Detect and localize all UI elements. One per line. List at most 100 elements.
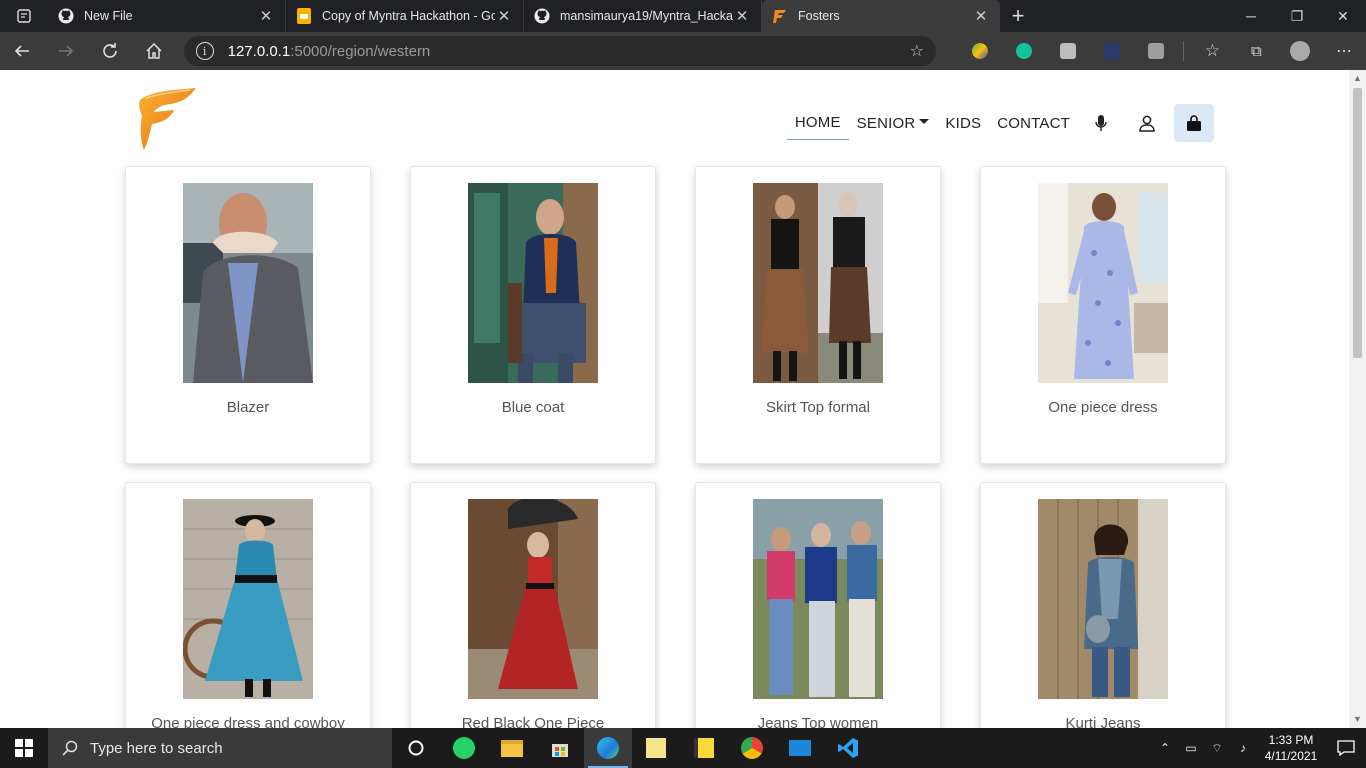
edge-icon [597, 737, 619, 759]
fosters-logo[interactable] [134, 86, 198, 152]
close-window-icon[interactable]: ✕ [1320, 0, 1366, 32]
action-center-button[interactable] [1326, 740, 1366, 756]
product-card[interactable]: Blue coat [410, 166, 656, 464]
product-name[interactable]: Skirt Top formal [696, 399, 940, 416]
settings-more-button[interactable]: ⋯ [1322, 32, 1366, 70]
tab-new-file[interactable]: New File ✕ [48, 0, 286, 32]
taskbar-sticky-notes[interactable] [632, 728, 680, 768]
back-button[interactable] [0, 32, 44, 70]
tab-fosters[interactable]: Fosters ✕ [762, 0, 1000, 32]
tab-hackathon-slides[interactable]: Copy of Myntra Hackathon - Goo ✕ [286, 0, 524, 32]
taskbar-sticky-notes-2[interactable] [680, 728, 728, 768]
product-name[interactable]: Blue coat [411, 399, 655, 416]
extension-icon [1147, 43, 1164, 59]
home-icon [146, 42, 162, 59]
scrollbar-thumb[interactable] [1353, 88, 1362, 358]
avatar [1290, 41, 1311, 61]
whatsapp-icon [453, 737, 475, 759]
refresh-button[interactable] [88, 32, 132, 70]
caret-down-icon [919, 119, 930, 125]
collections-button[interactable]: ⧉ [1234, 32, 1278, 70]
nav-home[interactable]: HOME [786, 106, 849, 140]
product-image-one-piece-dress-and-cowboy[interactable] [183, 499, 313, 699]
wifi-icon[interactable]: ⌔ [1204, 741, 1230, 756]
product-image-one-piece-dress[interactable] [1038, 183, 1168, 383]
profile-button[interactable] [1278, 32, 1322, 70]
add-favorite-icon[interactable]: ☆ [910, 41, 924, 61]
tab-actions-button[interactable] [0, 0, 48, 32]
extension-icon [1059, 43, 1076, 59]
product-name[interactable]: Jeans Top women [696, 715, 940, 728]
extension-1[interactable] [958, 32, 1002, 70]
product-card[interactable]: Kurti Jeans [980, 482, 1226, 728]
extension-5[interactable] [1134, 32, 1178, 70]
product-image-kurti-jeans[interactable] [1038, 499, 1168, 699]
product-card[interactable]: Blazer [125, 166, 371, 464]
product-image-skirt-top-formal[interactable] [753, 183, 883, 383]
product-name[interactable]: One piece dress and cowboy [126, 715, 370, 728]
product-name[interactable]: One piece dress [981, 399, 1225, 416]
page-scrollbar[interactable]: ▲ ▼ [1349, 70, 1366, 728]
product-image-blue-coat[interactable] [468, 183, 598, 383]
nav-senior-dropdown[interactable]: SENIOR [849, 107, 938, 140]
product-card[interactable]: One piece dress [980, 166, 1226, 464]
extension-4[interactable] [1090, 32, 1134, 70]
extension-grammarly[interactable] [1002, 32, 1046, 70]
home-button[interactable] [132, 32, 176, 70]
taskbar-whatsapp[interactable] [440, 728, 488, 768]
product-card[interactable]: One piece dress and cowboy [125, 482, 371, 728]
taskbar-vscode[interactable] [824, 728, 872, 768]
nav-kids[interactable]: KIDS [937, 107, 989, 140]
favorites-icon: ☆ [1204, 41, 1221, 60]
forward-button[interactable] [44, 32, 88, 70]
close-icon[interactable]: ✕ [495, 7, 513, 25]
tab-github-repo[interactable]: mansimaurya19/Myntra_Hackath ✕ [524, 0, 762, 32]
favorites-button[interactable]: ☆ [1190, 32, 1234, 70]
show-hidden-icons[interactable]: ⌃ [1152, 741, 1178, 755]
taskbar-mail[interactable] [776, 728, 824, 768]
cortana-icon [408, 740, 424, 756]
scroll-up-icon[interactable]: ▲ [1349, 70, 1366, 87]
taskbar-edge[interactable] [584, 728, 632, 768]
product-name[interactable]: Red Black One Piece [411, 715, 655, 728]
taskbar-search-box[interactable]: Type here to search [48, 728, 392, 768]
product-card[interactable]: Red Black One Piece [410, 482, 656, 728]
scroll-down-icon[interactable]: ▼ [1349, 711, 1366, 728]
user-account-button[interactable] [1124, 104, 1170, 142]
chrome-icon [741, 737, 763, 759]
close-icon[interactable]: ✕ [972, 7, 990, 25]
new-tab-button[interactable]: + [1000, 0, 1036, 32]
url-bar[interactable]: i 127.0.0.1:5000/region/western ☆ [183, 36, 936, 66]
extension-3[interactable] [1046, 32, 1090, 70]
taskbar-chrome[interactable] [728, 728, 776, 768]
product-name[interactable]: Kurti Jeans [981, 715, 1225, 728]
close-icon[interactable]: ✕ [733, 7, 751, 25]
url-path: :5000/region/western [290, 42, 431, 60]
site-info-icon[interactable]: i [195, 42, 214, 60]
product-image-red-black-one-piece[interactable] [468, 499, 598, 699]
product-card[interactable]: Jeans Top women [695, 482, 941, 728]
battery-icon[interactable]: ▭ [1178, 741, 1204, 755]
minimize-icon[interactable]: ─ [1228, 0, 1274, 32]
cortana-button[interactable] [392, 728, 440, 768]
shopping-bag-icon [1187, 114, 1201, 131]
voice-search-button[interactable] [1078, 104, 1124, 142]
restore-icon[interactable]: ❐ [1274, 0, 1320, 32]
product-card[interactable]: Skirt Top formal [695, 166, 941, 464]
product-name[interactable]: Blazer [126, 399, 370, 416]
close-icon[interactable]: ✕ [257, 7, 275, 25]
taskbar-clock[interactable]: 1:33 PM 4/11/2021 [1256, 732, 1326, 764]
taskbar-store[interactable] [536, 728, 584, 768]
notes-icon [694, 738, 714, 758]
folder-icon [501, 739, 523, 757]
volume-icon[interactable]: ♪ [1230, 741, 1256, 755]
cart-button[interactable] [1174, 104, 1214, 142]
clock-date: 4/11/2021 [1264, 749, 1318, 763]
start-button[interactable] [0, 728, 48, 768]
tab-title: mansimaurya19/Myntra_Hackath [560, 9, 733, 23]
nav-contact[interactable]: CONTACT [989, 107, 1078, 140]
taskbar-file-explorer[interactable] [488, 728, 536, 768]
product-image-jeans-top-women[interactable] [753, 499, 883, 699]
product-image-blazer[interactable] [183, 183, 313, 383]
vscode-icon [838, 738, 858, 758]
